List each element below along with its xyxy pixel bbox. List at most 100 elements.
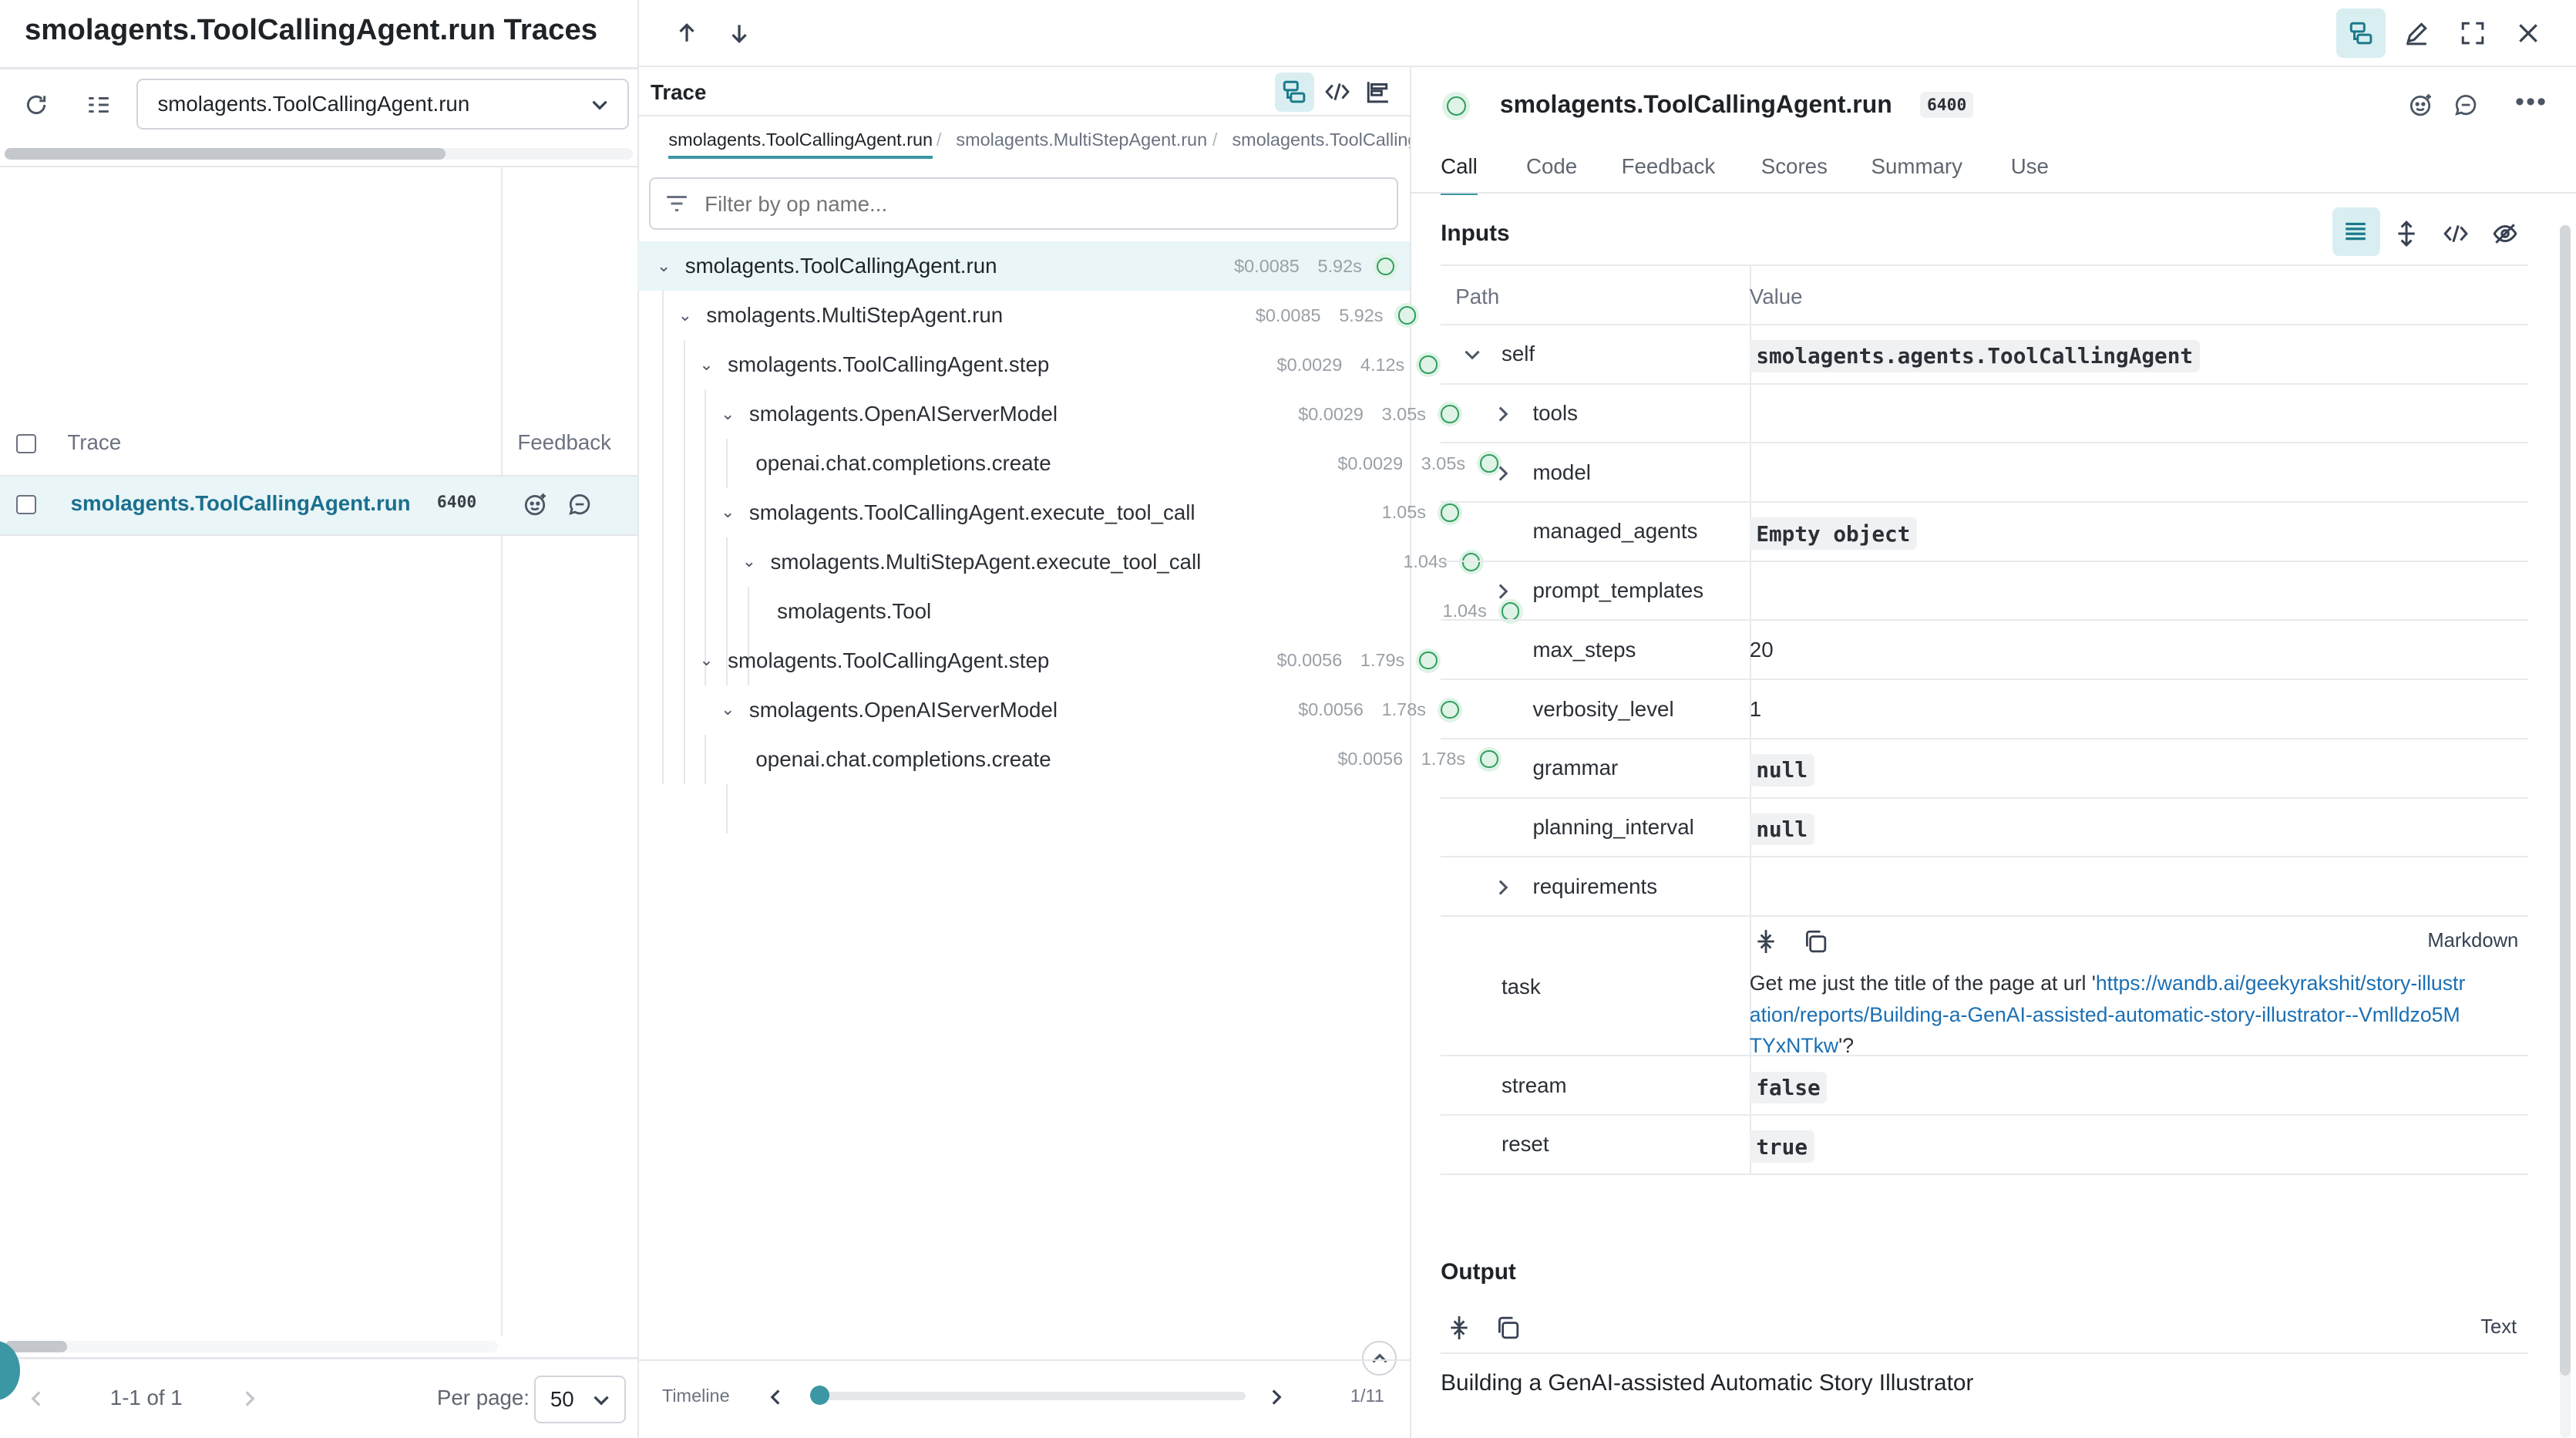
tree-mode-button[interactable] <box>1274 72 1315 112</box>
chevron-down-icon[interactable]: ⌄ <box>716 700 739 719</box>
table-row[interactable]: prompt_templates <box>1441 562 2529 621</box>
code-view-icon[interactable] <box>2443 221 2469 247</box>
table-row[interactable]: verbosity_level 1 <box>1441 680 2529 739</box>
expand-all-icon[interactable] <box>2393 220 2420 247</box>
next-page-icon[interactable] <box>237 1386 263 1412</box>
table-row[interactable]: stream false <box>1441 1056 2529 1116</box>
node-duration: 1.79s <box>1360 650 1405 671</box>
trace-node[interactable]: smolagents.Tool 1.04s <box>637 587 1536 636</box>
divider <box>0 67 637 69</box>
op-name-filter[interactable] <box>648 177 1398 231</box>
trace-column-header[interactable]: Trace <box>67 430 121 455</box>
tab-scores[interactable]: Scores <box>1761 154 1828 179</box>
trace-node[interactable]: ⌄ smolagents.MultiStepAgent.run $0.0085 5.9… <box>637 291 1433 340</box>
columns-icon[interactable] <box>86 92 112 118</box>
chevron-down-icon[interactable]: ⌄ <box>738 552 761 571</box>
table-row[interactable]: reset true <box>1441 1116 2529 1175</box>
tab-summary[interactable]: Summary <box>1871 154 1962 179</box>
timeline-slider-thumb[interactable] <box>809 1385 830 1406</box>
refresh-icon[interactable] <box>23 92 49 118</box>
output-format-label[interactable]: Text <box>2480 1316 2517 1339</box>
code-view-icon[interactable] <box>1324 79 1350 105</box>
format-label[interactable]: Markdown <box>2427 930 2518 952</box>
op-filter-select[interactable]: smolagents.ToolCallingAgent.run <box>136 79 630 130</box>
table-row[interactable]: planning_interval null <box>1441 799 2529 858</box>
breadcrumb-item[interactable]: smolagents.ToolCalling <box>1232 130 1409 150</box>
vertical-scrollbar[interactable] <box>2559 224 2571 1438</box>
scrollbar-thumb[interactable] <box>2559 224 2571 1376</box>
chevron-down-icon[interactable]: ⌄ <box>695 651 718 670</box>
trace-node[interactable]: ⌄ smolagents.ToolCallingAgent.execute_too… <box>637 488 1475 537</box>
unwrap-icon[interactable] <box>1753 928 1779 955</box>
breadcrumb-item[interactable]: smolagents.MultiStepAgent.run <box>956 130 1207 150</box>
arrow-up-icon[interactable] <box>674 20 700 46</box>
chevron-down-icon[interactable]: ⌄ <box>695 355 718 375</box>
table-row[interactable]: task Markdown Get me just the title of t… <box>1441 917 2529 1057</box>
trace-node[interactable]: openai.chat.completions.create $0.0029 3.0… <box>637 439 1515 488</box>
path-key: planning_interval <box>1532 815 1694 840</box>
trace-node[interactable]: ⌄ smolagents.ToolCallingAgent.step $0.0029… <box>637 340 1454 389</box>
flamegraph-icon[interactable] <box>1365 79 1391 105</box>
collapse-timeline-button[interactable] <box>1361 1341 1397 1376</box>
more-options-icon[interactable]: ••• <box>2515 87 2547 117</box>
feedback-column-header[interactable]: Feedback <box>517 430 611 455</box>
table-view-button[interactable] <box>2332 207 2381 257</box>
chevron-down-icon[interactable]: ⌄ <box>674 306 697 325</box>
per-page-select[interactable]: 50 <box>533 1375 627 1423</box>
chevron-down-icon[interactable]: ⌄ <box>716 503 739 522</box>
pagination-range: 1-1 of 1 <box>109 1385 183 1409</box>
op-name-filter-input[interactable] <box>701 190 1365 219</box>
table-row[interactable]: tools <box>1441 385 2529 444</box>
comment-icon[interactable] <box>2453 92 2479 118</box>
trace-node[interactable]: ⌄ smolagents.MultiStepAgent.execute_tool_… <box>637 537 1497 587</box>
chevron-right-icon[interactable] <box>1263 1384 1290 1410</box>
breadcrumb-item[interactable]: smolagents.ToolCallingAgent.run <box>668 130 933 159</box>
copy-icon[interactable] <box>1802 928 1828 955</box>
chevron-right-icon[interactable] <box>1490 460 1516 487</box>
prev-page-icon[interactable] <box>23 1386 49 1412</box>
trace-node[interactable]: ⌄ smolagents.OpenAIServerModel $0.0029 3.05… <box>637 389 1475 439</box>
table-row[interactable]: grammar null <box>1441 739 2529 799</box>
horizontal-scrollbar[interactable] <box>5 147 633 160</box>
trace-node[interactable]: ⌄ smolagents.ToolCallingAgent.run $0.0085 5… <box>637 241 1411 291</box>
trace-link[interactable]: smolagents.ToolCallingAgent.run <box>71 491 411 516</box>
chevron-down-icon[interactable]: ⌄ <box>716 405 739 424</box>
comment-icon[interactable] <box>567 491 593 517</box>
chevron-down-icon[interactable]: ⌄ <box>652 257 675 276</box>
tab-call[interactable]: Call <box>1441 154 1478 196</box>
tab-use[interactable]: Use <box>2011 154 2049 179</box>
table-row[interactable]: requirements <box>1441 858 2529 918</box>
hide-icon[interactable] <box>2492 221 2518 247</box>
trace-node[interactable]: ⌄ smolagents.ToolCallingAgent.step $0.0056… <box>637 636 1454 685</box>
fullscreen-icon[interactable] <box>2460 20 2486 46</box>
table-row[interactable]: managed_agents Empty object <box>1441 503 2529 562</box>
copy-icon[interactable] <box>1495 1315 1521 1341</box>
chevron-right-icon[interactable] <box>1490 578 1516 604</box>
trace-node[interactable]: ⌄ smolagents.OpenAIServerModel $0.0056 1.78… <box>637 685 1475 735</box>
close-icon[interactable] <box>2515 20 2541 46</box>
chevron-right-icon[interactable] <box>1490 874 1516 901</box>
add-reaction-icon[interactable] <box>523 491 549 517</box>
arrow-down-icon[interactable] <box>726 20 752 46</box>
chevron-down-icon[interactable] <box>1459 342 1485 368</box>
add-reaction-icon[interactable] <box>2408 92 2434 118</box>
horizontal-scrollbar[interactable] <box>5 1341 498 1353</box>
divider <box>1441 1352 2529 1355</box>
tab-code[interactable]: Code <box>1526 154 1577 179</box>
chevron-left-icon[interactable] <box>762 1384 789 1410</box>
edit-icon[interactable] <box>2403 20 2430 46</box>
scrollbar-thumb[interactable] <box>5 147 446 160</box>
table-row[interactable]: max_steps 20 <box>1441 621 2529 681</box>
trace-node[interactable]: openai.chat.completions.create $0.0056 1.7… <box>637 735 1515 784</box>
timeline-slider[interactable] <box>809 1385 1246 1406</box>
task-prefix: Get me just the title of the page at url… <box>1749 972 2096 995</box>
tree-view-toggle[interactable] <box>2336 8 2386 58</box>
select-all-checkbox[interactable] <box>16 433 36 454</box>
table-row[interactable]: smolagents.ToolCallingAgent.run 6400 <box>0 477 637 536</box>
tab-feedback[interactable]: Feedback <box>1622 154 1716 179</box>
table-row[interactable]: model <box>1441 443 2529 503</box>
chevron-right-icon[interactable] <box>1490 401 1516 427</box>
table-row[interactable]: self smolagents.agents.ToolCallingAgent <box>1441 325 2529 385</box>
unwrap-icon[interactable] <box>1446 1315 1472 1341</box>
row-checkbox[interactable] <box>16 494 36 515</box>
